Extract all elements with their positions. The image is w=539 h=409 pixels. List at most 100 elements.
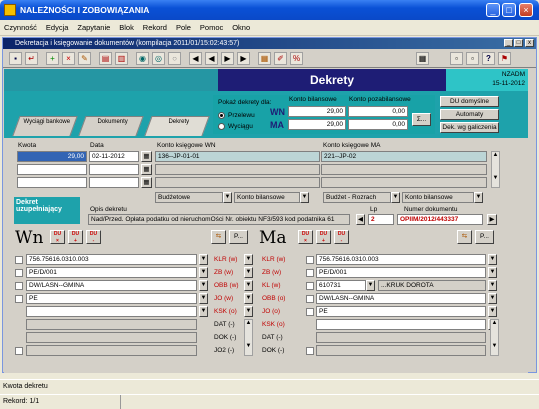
konto-ma-field[interactable]: 221--JP-02 xyxy=(321,151,487,162)
ma-du-del-icon[interactable]: DU + xyxy=(316,230,331,244)
wn-type3-dropdown-icon[interactable]: ▼ xyxy=(244,280,253,291)
wn-row2-dropdown-icon[interactable]: ▼ xyxy=(199,267,208,278)
delete-icon[interactable]: × xyxy=(62,52,75,65)
ma-poza-field[interactable]: 0,00 xyxy=(348,119,408,130)
ma-row2-dropdown-icon[interactable]: ▼ xyxy=(488,267,497,278)
ma-kruk-dropdown-icon[interactable]: ▼ xyxy=(488,280,497,291)
clear-icon[interactable]: ✎ xyxy=(78,52,91,65)
automaty-button[interactable]: Automaty xyxy=(440,109,499,120)
ma-row1-dropdown-icon[interactable]: ▼ xyxy=(488,254,497,265)
edit-icon[interactable]: ✐ xyxy=(274,52,287,65)
ma-row3-dropdown-icon[interactable]: ▼ xyxy=(366,280,375,291)
next-record-icon[interactable]: ▶ xyxy=(221,52,234,65)
wn-row1-checkbox[interactable] xyxy=(15,256,23,264)
wn-du-add-icon[interactable]: DU × xyxy=(50,230,65,244)
minimize-icon[interactable]: _ xyxy=(486,3,500,17)
lp-prev-icon[interactable]: ◀ xyxy=(356,214,365,225)
menu-czynnosc[interactable]: Czynność xyxy=(0,20,40,32)
cancel-query-icon[interactable]: ○ xyxy=(168,52,181,65)
wn-poza-field[interactable]: 0,00 xyxy=(348,106,408,117)
menu-blok[interactable]: Blok xyxy=(115,20,137,32)
sel-konto-bil-ma-dropdown-icon[interactable]: ▼ xyxy=(474,192,483,203)
ma-kruk-field[interactable]: ...KRUK DOROTA xyxy=(378,280,486,291)
wn-row4-checkbox[interactable] xyxy=(15,295,23,303)
wn-type5-dropdown-icon[interactable]: ▼ xyxy=(244,306,253,317)
calendar-icon-3[interactable]: ▦ xyxy=(141,177,152,188)
konto-ma-field-3[interactable] xyxy=(321,177,487,188)
ma-row4-checkbox[interactable] xyxy=(306,295,314,303)
close-icon[interactable]: × xyxy=(519,3,533,17)
last-record-icon[interactable]: ▶ xyxy=(237,52,250,65)
sum-button[interactable]: Σ... xyxy=(412,113,431,126)
window2-icon[interactable]: ▫ xyxy=(466,52,479,65)
menu-rekord[interactable]: Rekord xyxy=(139,20,170,32)
ma-du-icon[interactable]: ⇆ xyxy=(457,230,472,244)
wn-du-icon[interactable]: ⇆ xyxy=(211,230,226,244)
konto-wn-field-2[interactable] xyxy=(155,164,320,175)
tab-dekrety[interactable]: Dekrety xyxy=(144,116,210,136)
maximize-icon[interactable]: □ xyxy=(502,3,516,17)
filter-przelewu-radio[interactable] xyxy=(218,112,225,119)
ma-row8-checkbox[interactable] xyxy=(306,347,314,355)
kwota-field[interactable]: 29,00 xyxy=(17,151,87,162)
data-field-2[interactable] xyxy=(89,164,139,175)
wn-du-clear-icon[interactable]: DU - xyxy=(86,230,101,244)
exit-icon[interactable]: ↵ xyxy=(25,52,38,65)
wn-row8-checkbox[interactable] xyxy=(15,347,23,355)
mdi-restore-icon[interactable]: □ xyxy=(514,39,523,47)
wn-du-del-icon[interactable]: DU + xyxy=(68,230,83,244)
ma-du-add-icon[interactable]: DU × xyxy=(298,230,313,244)
opis-field[interactable]: Nad/Przed. Opłata podatku od nieruchomOś… xyxy=(88,214,350,225)
app-title-bar[interactable]: NALEŻNOŚCI I ZOBOWIĄZANIA xyxy=(0,0,539,20)
ma-row8-field[interactable] xyxy=(316,345,486,356)
nr-dok-field[interactable]: OPIIM/2012/443337 xyxy=(397,214,483,225)
konto-wn-field-3[interactable] xyxy=(155,177,320,188)
menu-edycja[interactable]: Edycja xyxy=(42,20,72,32)
insert-icon[interactable]: + xyxy=(46,52,59,65)
ma-du-clear-icon[interactable]: DU - xyxy=(334,230,349,244)
kwota-field-3[interactable] xyxy=(17,177,87,188)
wn-row5-field[interactable] xyxy=(26,306,197,317)
data-field-3[interactable] xyxy=(89,177,139,188)
konto-ma-field-2[interactable] xyxy=(321,164,487,175)
execute-query-icon[interactable]: ◎ xyxy=(152,52,165,65)
wn-row4-field[interactable]: PE xyxy=(26,293,197,304)
filter-wyciagu-radio[interactable] xyxy=(218,123,225,130)
konto-wn-field[interactable]: 136--JP-01-01 xyxy=(155,151,320,162)
ma-p-button[interactable]: P... xyxy=(475,230,494,244)
wn-type4-dropdown-icon[interactable]: ▼ xyxy=(244,293,253,304)
wn-type2-dropdown-icon[interactable]: ▼ xyxy=(244,267,253,278)
copy-icon[interactable]: ▥ xyxy=(115,52,128,65)
mdi-close-icon[interactable]: x xyxy=(525,39,534,47)
tab-wyciagi[interactable]: Wyciągi bankowe xyxy=(12,116,78,136)
ma-row1-field[interactable]: 756.75616.0310.003 xyxy=(316,254,486,265)
wn-row2-field[interactable]: PE/D/001 xyxy=(26,267,197,278)
kwota-field-2[interactable] xyxy=(17,164,87,175)
ma-bil-field[interactable]: 29,00 xyxy=(288,119,346,130)
lp-next-icon[interactable]: ▶ xyxy=(487,214,497,225)
ma-row2-field[interactable]: PE/D/001 xyxy=(316,267,486,278)
ma-row3-field[interactable]: 610731 xyxy=(316,280,366,291)
wn-type1-dropdown-icon[interactable]: ▼ xyxy=(244,254,253,265)
ma-row3-checkbox[interactable] xyxy=(306,282,314,290)
entry-scrollbar[interactable]: ▲ ▼ xyxy=(491,151,500,188)
wn-row3-field[interactable]: DW/LASN--GMINA xyxy=(26,280,197,291)
ma-row6-field[interactable] xyxy=(316,319,486,330)
data-field[interactable]: 02-11-2012 xyxy=(89,151,139,162)
wn-row5-dropdown-icon[interactable]: ▼ xyxy=(199,306,208,317)
ma-row5-checkbox[interactable] xyxy=(306,308,314,316)
ma-scrollbar[interactable]: ▲ ▼ xyxy=(490,319,499,356)
dek-wg-button[interactable]: Dek. wg galiczenia xyxy=(440,122,499,133)
first-record-icon[interactable]: ◀ xyxy=(189,52,202,65)
mdi-minimize-icon[interactable]: _ xyxy=(504,39,513,47)
print-icon[interactable]: ▤ xyxy=(99,52,112,65)
wn-p-button[interactable]: P... xyxy=(229,230,248,244)
sel-konto-bil-wn[interactable]: Konto bilansowe xyxy=(234,192,300,203)
save-icon[interactable]: ▪ xyxy=(9,52,22,65)
ma-row1-checkbox[interactable] xyxy=(306,256,314,264)
wn-row1-dropdown-icon[interactable]: ▼ xyxy=(199,254,208,265)
lp-field[interactable]: 2 xyxy=(368,214,394,225)
menu-pole[interactable]: Pole xyxy=(172,20,194,32)
calendar-icon-2[interactable]: ▦ xyxy=(141,164,152,175)
ma-row7-field[interactable] xyxy=(316,332,486,343)
